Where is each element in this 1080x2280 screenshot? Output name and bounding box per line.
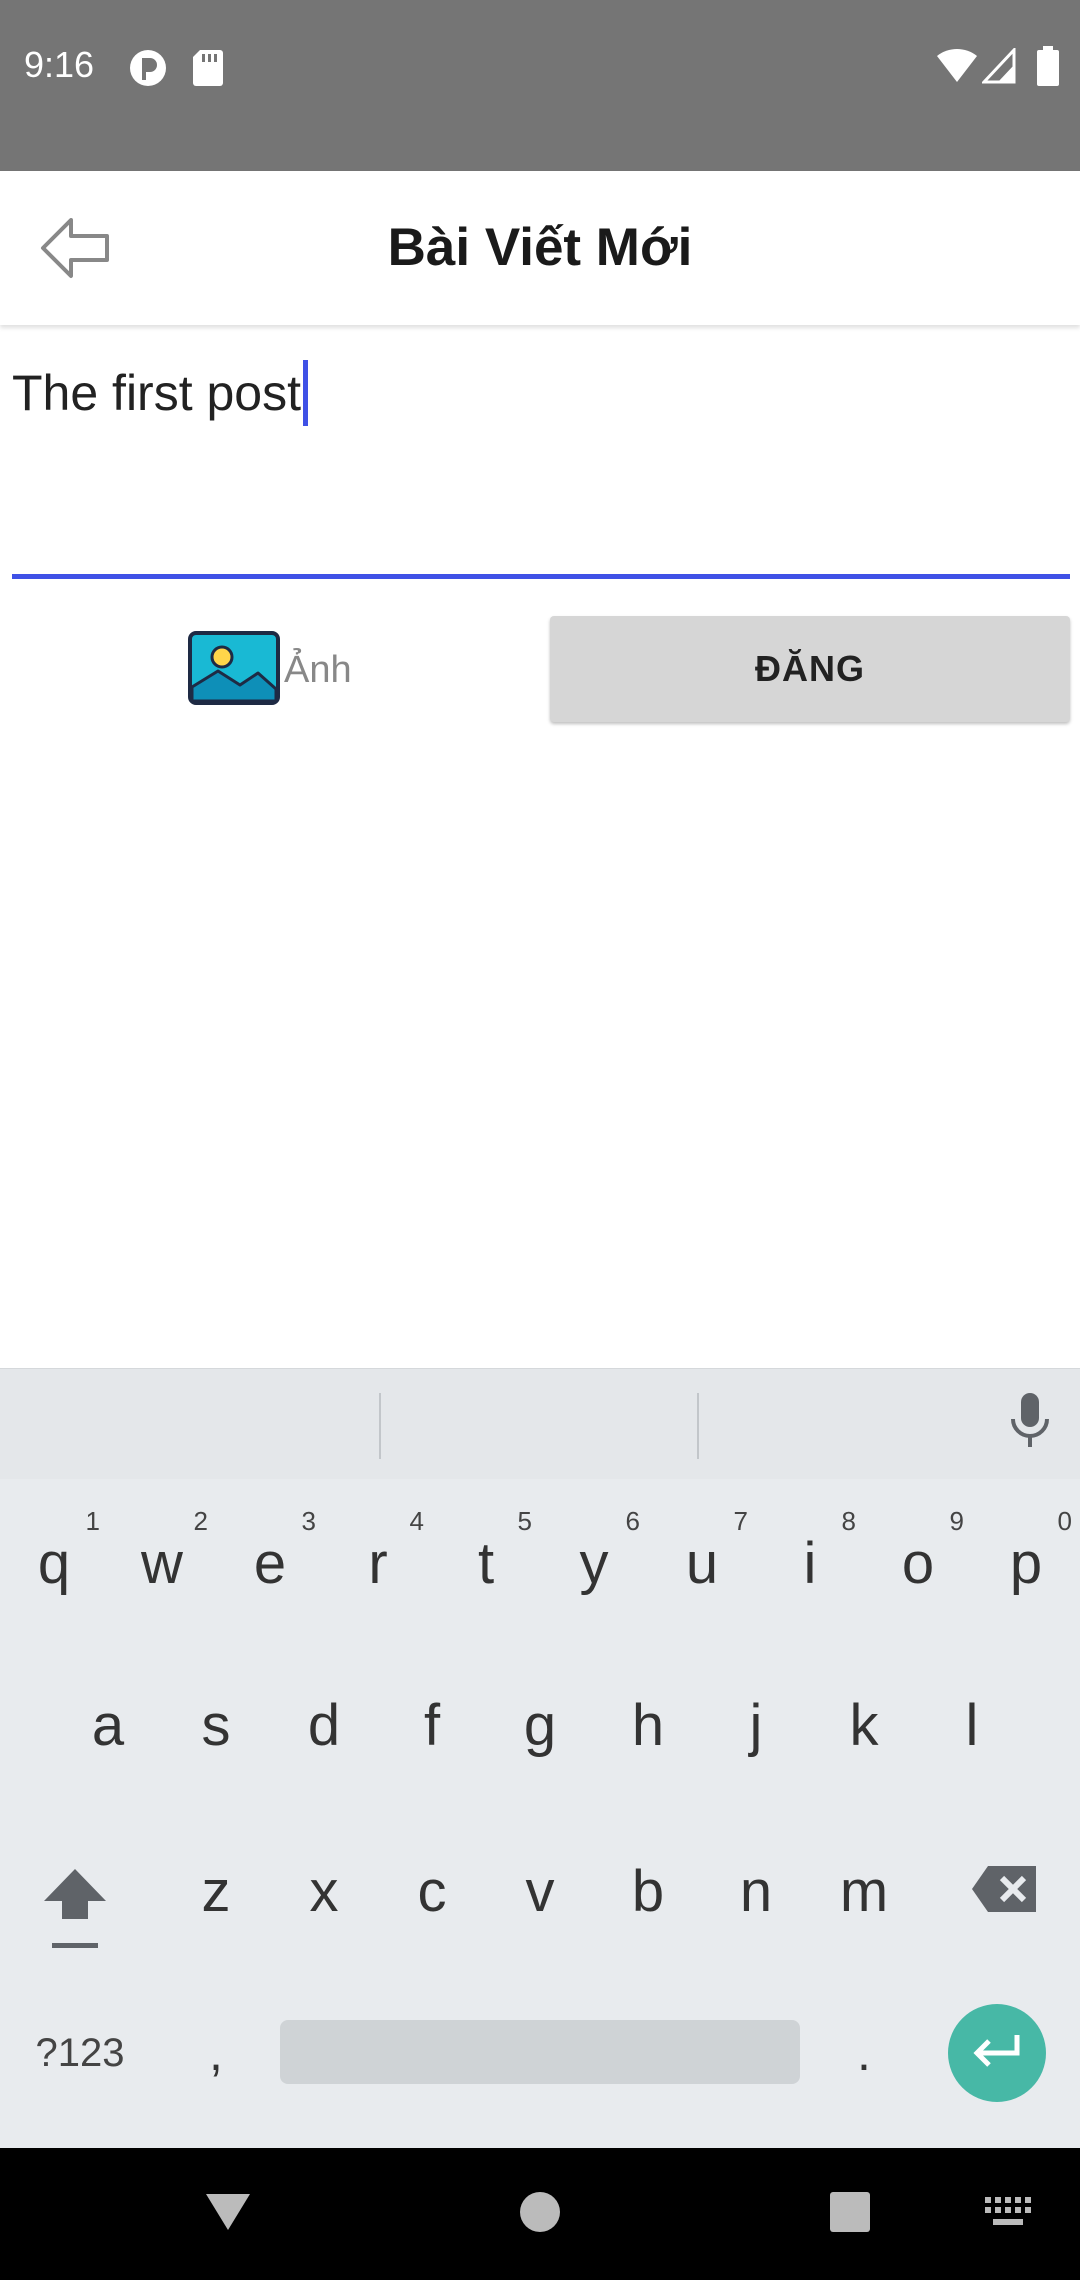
key-b[interactable]: b [594, 1816, 702, 1966]
add-photo-label: Ảnh [284, 648, 352, 691]
status-time: 9:16 [24, 44, 95, 85]
suggestion-strip [0, 1368, 1080, 1479]
keyboard-switch-icon [983, 2195, 1033, 2234]
symbols-key[interactable]: ?123 [20, 2004, 140, 2102]
nav-back-button[interactable] [192, 2178, 264, 2250]
key-e[interactable]: e3 [216, 1488, 324, 1638]
image-icon [188, 630, 280, 710]
suggestion-divider [697, 1393, 699, 1459]
wifi-icon [936, 48, 978, 89]
key-p[interactable]: p0 [972, 1488, 1080, 1638]
key-y[interactable]: y6 [540, 1488, 648, 1638]
key-w[interactable]: w2 [108, 1488, 216, 1638]
nav-recents-button[interactable] [814, 2178, 886, 2250]
back-triangle-icon [204, 2190, 252, 2239]
period-key[interactable]: . [824, 2004, 904, 2102]
key-k[interactable]: k [810, 1650, 918, 1800]
battery-icon [1036, 46, 1060, 91]
add-photo-button[interactable]: Ảnh [188, 630, 388, 710]
key-s[interactable]: s [162, 1650, 270, 1800]
key-g[interactable]: g [486, 1650, 594, 1800]
key-l[interactable]: l [918, 1650, 1026, 1800]
shift-icon [40, 1863, 110, 1958]
key-r[interactable]: r4 [324, 1488, 432, 1638]
page-title: Bài Viết Mới [387, 218, 693, 277]
key-x[interactable]: x [270, 1816, 378, 1966]
post-input-value: The first post [12, 365, 301, 421]
backspace-key[interactable] [950, 1836, 1060, 1946]
post-button[interactable]: ĐĂNG [550, 616, 1070, 722]
recents-square-icon [828, 2190, 872, 2239]
enter-key[interactable] [948, 2004, 1046, 2102]
status-bar: 9:16 [0, 0, 1080, 171]
microphone-icon [1008, 1391, 1052, 1456]
sd-card-icon [192, 48, 224, 91]
key-q[interactable]: q1 [0, 1488, 108, 1638]
key-o[interactable]: o9 [864, 1488, 972, 1638]
comma-key[interactable]: , [176, 2004, 256, 2102]
key-c[interactable]: c [378, 1816, 486, 1966]
spacebar[interactable] [280, 2020, 800, 2084]
shift-key[interactable] [20, 1850, 130, 1970]
post-input-underline [12, 574, 1070, 579]
key-z[interactable]: z [162, 1816, 270, 1966]
key-h[interactable]: h [594, 1650, 702, 1800]
keyboard-switch-button[interactable] [972, 2178, 1044, 2250]
backspace-icon [970, 1864, 1040, 1919]
key-u[interactable]: u7 [648, 1488, 756, 1638]
key-m[interactable]: m [810, 1816, 918, 1966]
key-f[interactable]: f [378, 1650, 486, 1800]
key-t[interactable]: t5 [432, 1488, 540, 1638]
home-circle-icon [518, 2190, 562, 2239]
post-input[interactable]: The first post [12, 340, 1070, 580]
enter-arrow-icon [969, 2031, 1025, 2076]
nav-home-button[interactable] [504, 2178, 576, 2250]
suggestion-divider [379, 1393, 381, 1459]
key-j[interactable]: j [702, 1650, 810, 1800]
key-d[interactable]: d [270, 1650, 378, 1800]
key-a[interactable]: a [54, 1650, 162, 1800]
key-v[interactable]: v [486, 1816, 594, 1966]
soft-keyboard: q1 w2 e3 r4 t5 y6 u7 i8 o9 p0 a s d f g … [0, 1368, 1080, 2148]
notification-icon [128, 48, 168, 93]
mic-button[interactable] [998, 1391, 1062, 1455]
text-cursor [303, 360, 308, 426]
system-nav-bar [0, 2148, 1080, 2280]
key-i[interactable]: i8 [756, 1488, 864, 1638]
key-n[interactable]: n [702, 1816, 810, 1966]
signal-icon [980, 46, 1016, 89]
app-bar: Bài Viết Mới [0, 171, 1080, 325]
